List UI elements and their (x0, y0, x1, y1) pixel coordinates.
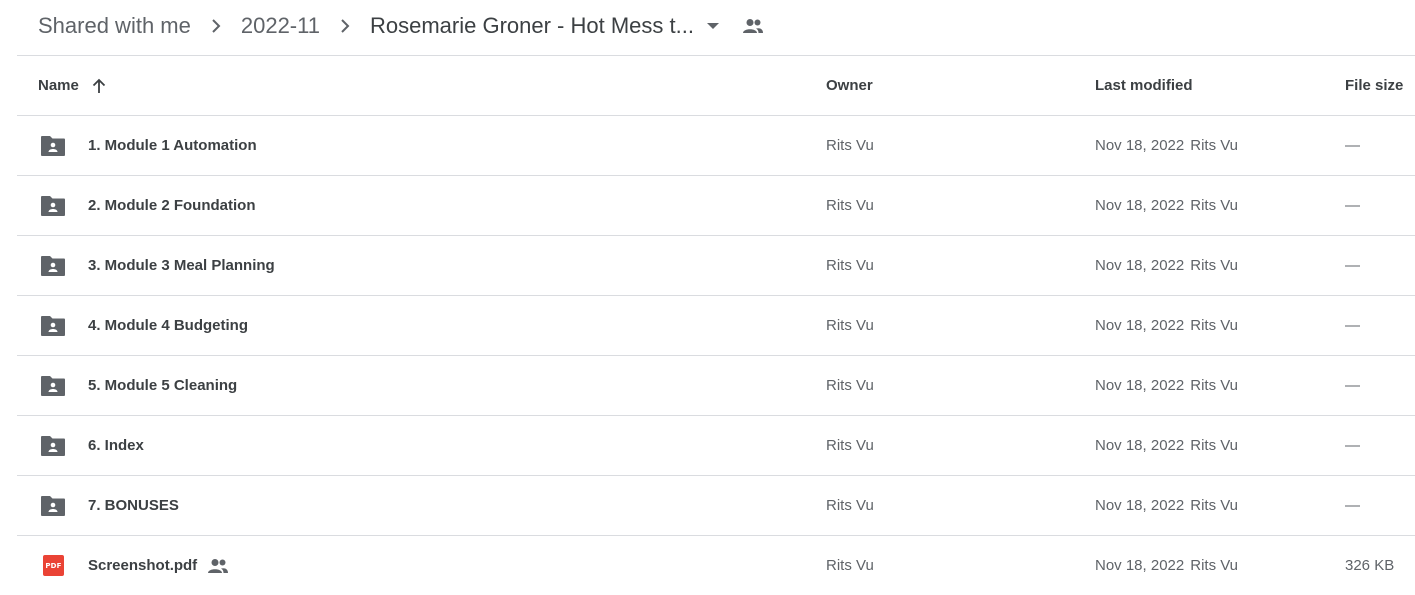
file-name: 4. Module 4 Budgeting (88, 317, 248, 334)
arrow-up-icon[interactable] (91, 78, 107, 94)
table-row[interactable]: 6. Index Rits Vu Nov 18, 2022 Rits Vu — (17, 416, 1415, 476)
modified-date: Nov 18, 2022 (1095, 377, 1185, 394)
people-icon (207, 558, 229, 574)
breadcrumb-shared-with-me[interactable]: Shared with me (38, 13, 191, 39)
file-last-modified: Nov 18, 2022 Rits Vu (1095, 416, 1238, 475)
file-last-modified: Nov 18, 2022 Rits Vu (1095, 116, 1238, 175)
modified-by: Rits Vu (1190, 377, 1239, 394)
column-header: Name Owner Last modified File size (17, 56, 1415, 116)
shared-folder-icon (40, 236, 66, 295)
file-list: 1. Module 1 Automation Rits Vu Nov 18, 2… (17, 116, 1415, 595)
file-name: 5. Module 5 Cleaning (88, 377, 238, 394)
people-icon (742, 18, 764, 34)
shared-folder-icon (40, 416, 66, 475)
breadcrumb: Shared with me 2022-11 Rosemarie Groner … (38, 0, 764, 52)
file-last-modified: Nov 18, 2022 Rits Vu (1095, 236, 1238, 295)
modified-by: Rits Vu (1190, 497, 1239, 514)
file-name: 3. Module 3 Meal Planning (88, 257, 275, 274)
file-name-text: Screenshot.pdf (88, 557, 198, 574)
file-owner: Rits Vu (826, 197, 874, 214)
file-name: Screenshot.pdf (88, 536, 229, 595)
file-owner: Rits Vu (826, 557, 874, 574)
shared-folder-icon (40, 296, 66, 355)
file-owner: Rits Vu (826, 497, 874, 514)
chevron-right-icon (320, 18, 370, 34)
file-size: — (1345, 377, 1360, 394)
breadcrumb-2022-11[interactable]: 2022-11 (241, 13, 320, 39)
pdf-badge: PDF (43, 555, 64, 576)
shared-folder-icon (40, 176, 66, 235)
shared-folder-icon (40, 476, 66, 535)
modified-date: Nov 18, 2022 (1095, 497, 1185, 514)
modified-date: Nov 18, 2022 (1095, 257, 1185, 274)
column-header-last-modified[interactable]: Last modified (1095, 56, 1193, 115)
file-name: 6. Index (88, 437, 144, 454)
modified-date: Nov 18, 2022 (1095, 137, 1185, 154)
file-owner: Rits Vu (826, 437, 874, 454)
file-name: 7. BONUSES (88, 497, 179, 514)
file-last-modified: Nov 18, 2022 Rits Vu (1095, 356, 1238, 415)
arrow-drop-down-icon[interactable] (706, 22, 720, 30)
table-row[interactable]: 4. Module 4 Budgeting Rits Vu Nov 18, 20… (17, 296, 1415, 356)
file-size: 326 KB (1345, 557, 1395, 574)
column-name-label: Name (38, 77, 79, 94)
file-owner: Rits Vu (826, 377, 874, 394)
modified-by: Rits Vu (1190, 137, 1239, 154)
modified-by: Rits Vu (1190, 197, 1239, 214)
column-header-file-size[interactable]: File size (1345, 56, 1403, 115)
file-size: — (1345, 197, 1360, 214)
file-last-modified: Nov 18, 2022 Rits Vu (1095, 296, 1238, 355)
modified-date: Nov 18, 2022 (1095, 437, 1185, 454)
modified-date: Nov 18, 2022 (1095, 317, 1185, 334)
table-row[interactable]: PDF Screenshot.pdf Rits Vu Nov 18, 2022 … (17, 536, 1415, 595)
file-name: 2. Module 2 Foundation (88, 197, 256, 214)
pdf-icon: PDF (40, 536, 64, 595)
file-size: — (1345, 137, 1360, 154)
shared-folder-icon (40, 116, 66, 175)
file-name: 1. Module 1 Automation (88, 137, 257, 154)
file-last-modified: Nov 18, 2022 Rits Vu (1095, 176, 1238, 235)
file-size: — (1345, 317, 1360, 334)
file-owner: Rits Vu (826, 137, 874, 154)
breadcrumb-current-folder[interactable]: Rosemarie Groner - Hot Mess t... (370, 13, 694, 39)
modified-by: Rits Vu (1190, 437, 1239, 454)
modified-by: Rits Vu (1190, 317, 1239, 334)
modified-date: Nov 18, 2022 (1095, 557, 1185, 574)
file-owner: Rits Vu (826, 317, 874, 334)
column-header-name[interactable]: Name (38, 56, 107, 115)
file-owner: Rits Vu (826, 257, 874, 274)
file-size: — (1345, 257, 1360, 274)
modified-by: Rits Vu (1190, 557, 1239, 574)
table-row[interactable]: 5. Module 5 Cleaning Rits Vu Nov 18, 202… (17, 356, 1415, 416)
table-row[interactable]: 7. BONUSES Rits Vu Nov 18, 2022 Rits Vu … (17, 476, 1415, 536)
file-size: — (1345, 497, 1360, 514)
shared-folder-icon (40, 356, 66, 415)
table-row[interactable]: 1. Module 1 Automation Rits Vu Nov 18, 2… (17, 116, 1415, 176)
file-last-modified: Nov 18, 2022 Rits Vu (1095, 536, 1238, 595)
table-row[interactable]: 2. Module 2 Foundation Rits Vu Nov 18, 2… (17, 176, 1415, 236)
chevron-right-icon (191, 18, 241, 34)
column-header-owner[interactable]: Owner (826, 56, 873, 115)
modified-date: Nov 18, 2022 (1095, 197, 1185, 214)
table-row[interactable]: 3. Module 3 Meal Planning Rits Vu Nov 18… (17, 236, 1415, 296)
modified-by: Rits Vu (1190, 257, 1239, 274)
file-last-modified: Nov 18, 2022 Rits Vu (1095, 476, 1238, 535)
file-size: — (1345, 437, 1360, 454)
